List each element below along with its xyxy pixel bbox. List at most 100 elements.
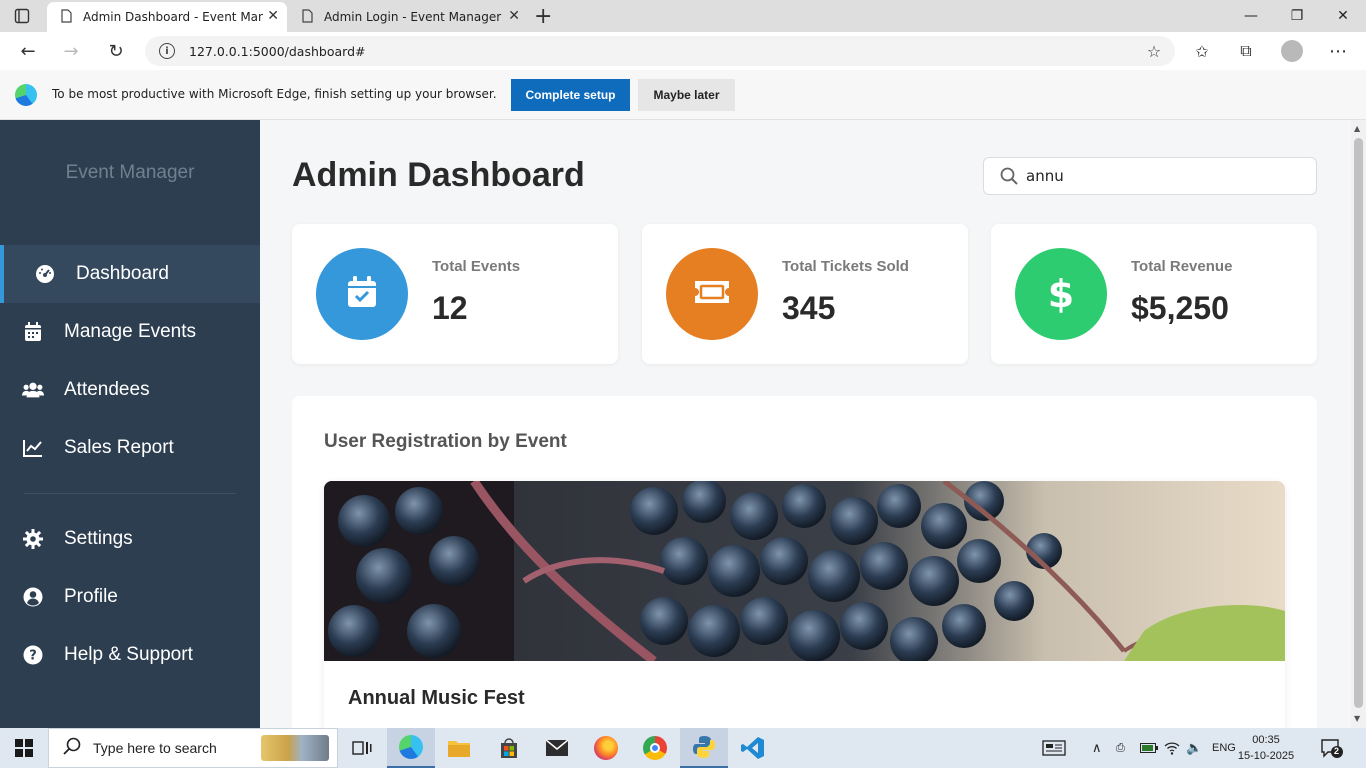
tray-wifi-icon[interactable] [1164, 728, 1180, 768]
notification-center-icon[interactable]: 2 [1320, 728, 1344, 768]
clock-time: 00:35 [1252, 734, 1280, 746]
page-icon [300, 8, 314, 26]
stat-icon-circle [316, 248, 408, 340]
python-icon[interactable] [680, 728, 728, 768]
search-box[interactable] [983, 157, 1317, 195]
tray-battery-icon[interactable] [1140, 728, 1158, 768]
stat-label: Total Revenue [1131, 258, 1233, 275]
calendar-icon [22, 321, 44, 343]
stat-value: 345 [782, 290, 836, 326]
event-card[interactable]: Annual Music Fest [324, 481, 1285, 728]
task-view-icon[interactable] [338, 728, 386, 768]
sidebar-item-label: Attendees [64, 379, 150, 400]
sidebar-item-sales-report[interactable]: Sales Report [0, 419, 260, 477]
tab-actions-icon[interactable] [14, 8, 30, 24]
forward-arrow-icon[interactable]: → [57, 37, 85, 65]
tab-title: Admin Dashboard - Event Manag [83, 10, 263, 24]
minimize-icon[interactable]: — [1228, 0, 1274, 32]
mail-icon[interactable] [533, 728, 581, 768]
complete-setup-button[interactable]: Complete setup [511, 79, 630, 111]
sidebar-item-profile[interactable]: Profile [0, 568, 260, 626]
restore-icon[interactable]: ❐ [1274, 0, 1320, 32]
maybe-later-button[interactable]: Maybe later [638, 79, 735, 111]
page-icon [59, 8, 73, 26]
sidebar-item-label: Sales Report [64, 437, 174, 458]
tab-title: Admin Login - Event Manager [324, 10, 502, 24]
tray-news-icon[interactable] [1042, 728, 1066, 768]
collections-icon[interactable]: ⧉ [1232, 37, 1260, 65]
tray-clock[interactable]: 00:35 15-10-2025 [1236, 732, 1296, 764]
scroll-up-icon[interactable]: ▲ [1354, 124, 1360, 133]
event-title: Annual Music Fest [348, 687, 525, 709]
sidebar-item-label: Help & Support [64, 644, 193, 665]
calendar-check-icon [347, 276, 377, 312]
user-circle-icon [22, 586, 44, 608]
page-scrollbar[interactable]: ▲ ▼ [1351, 120, 1366, 728]
address-bar-row: ← → ↻ i 127.0.0.1:5000/dashboard# ☆ ✩ ⧉ … [0, 32, 1366, 70]
sidebar-item-label: Profile [64, 586, 118, 607]
stat-icon-circle: $ [1015, 248, 1107, 340]
ticket-icon [693, 279, 731, 309]
scroll-thumb[interactable] [1354, 138, 1363, 708]
sidebar-item-dashboard[interactable]: Dashboard [0, 245, 260, 303]
sidebar-item-label: Manage Events [64, 321, 197, 342]
back-arrow-icon[interactable]: ← [14, 37, 42, 65]
brand-name: Event Manager [65, 162, 195, 183]
refresh-icon[interactable]: ↻ [102, 37, 130, 65]
stat-value: $5,250 [1131, 290, 1229, 326]
taskbar-search-box[interactable]: Type here to search [48, 728, 338, 768]
sidebar-item-attendees[interactable]: Attendees [0, 361, 260, 419]
tab-admin-dashboard[interactable]: Admin Dashboard - Event Manag ✕ [47, 2, 287, 32]
tab-admin-login[interactable]: Admin Login - Event Manager ✕ [288, 2, 528, 32]
browser-tab-bar: Admin Dashboard - Event Manag ✕ Admin Lo… [0, 0, 1366, 32]
sidebar-item-settings[interactable]: Settings [0, 510, 260, 568]
favorites-icon[interactable]: ✩ [1188, 37, 1216, 65]
stat-card-total-revenue: $ Total Revenue $5,250 [991, 224, 1317, 364]
taskbar-search-placeholder: Type here to search [93, 740, 217, 756]
microsoft-store-icon[interactable] [485, 728, 533, 768]
profile-avatar-icon[interactable] [1278, 37, 1306, 65]
question-circle-icon: ? [22, 644, 44, 666]
chrome-icon[interactable] [631, 728, 679, 768]
sidebar: Event Manager Dashboard Manage Events At… [0, 120, 260, 728]
line-chart-icon [22, 437, 44, 459]
vscode-icon[interactable] [729, 728, 777, 768]
sidebar-item-manage-events[interactable]: Manage Events [0, 303, 260, 361]
more-menu-icon[interactable]: ⋯ [1324, 37, 1352, 65]
scroll-down-icon[interactable]: ▼ [1354, 714, 1360, 723]
notification-count: 2 [1334, 746, 1340, 756]
windows-taskbar: Type here to search ∧ ⎙ 🔈 ENG 00:35 15-1… [0, 728, 1366, 768]
favorite-star-icon[interactable]: ☆ [1140, 37, 1168, 65]
tachometer-icon [34, 263, 56, 285]
stat-label: Total Events [432, 258, 521, 275]
tray-chevron-up-icon[interactable]: ∧ [1092, 728, 1102, 768]
search-icon [63, 737, 81, 759]
stat-card-tickets-sold: Total Tickets Sold 345 [642, 224, 968, 364]
tray-volume-icon[interactable]: 🔈 [1186, 728, 1202, 768]
sidebar-item-label: Settings [64, 528, 133, 549]
page-title: Admin Dashboard [292, 156, 585, 194]
taskbar-edge-icon[interactable] [387, 728, 435, 768]
search-input[interactable] [1026, 167, 1296, 185]
gear-icon [22, 528, 44, 550]
new-tab-plus-icon[interactable]: + [534, 4, 552, 29]
site-info-icon[interactable]: i [159, 43, 175, 59]
tray-language[interactable]: ENG [1212, 728, 1236, 768]
infobar-message: To be most productive with Microsoft Edg… [52, 87, 497, 101]
file-explorer-icon[interactable] [435, 728, 483, 768]
sidebar-divider [24, 493, 236, 494]
stat-icon-circle [666, 248, 758, 340]
windows-start-icon[interactable] [0, 728, 48, 768]
url-text: 127.0.0.1:5000/dashboard# [189, 43, 366, 59]
close-window-icon[interactable]: ✕ [1320, 0, 1366, 32]
dollar-icon: $ [1047, 272, 1075, 316]
url-field[interactable]: i 127.0.0.1:5000/dashboard# [145, 36, 1175, 66]
close-tab-icon[interactable]: ✕ [508, 8, 520, 24]
tray-meet-icon[interactable]: ⎙ [1116, 728, 1125, 768]
search-icon [1000, 167, 1018, 185]
sidebar-item-label: Dashboard [76, 263, 169, 284]
firefox-icon[interactable] [582, 728, 630, 768]
sidebar-item-help-support[interactable]: ? Help & Support [0, 626, 260, 684]
stat-value: 12 [432, 290, 468, 326]
close-tab-icon[interactable]: ✕ [267, 8, 279, 24]
